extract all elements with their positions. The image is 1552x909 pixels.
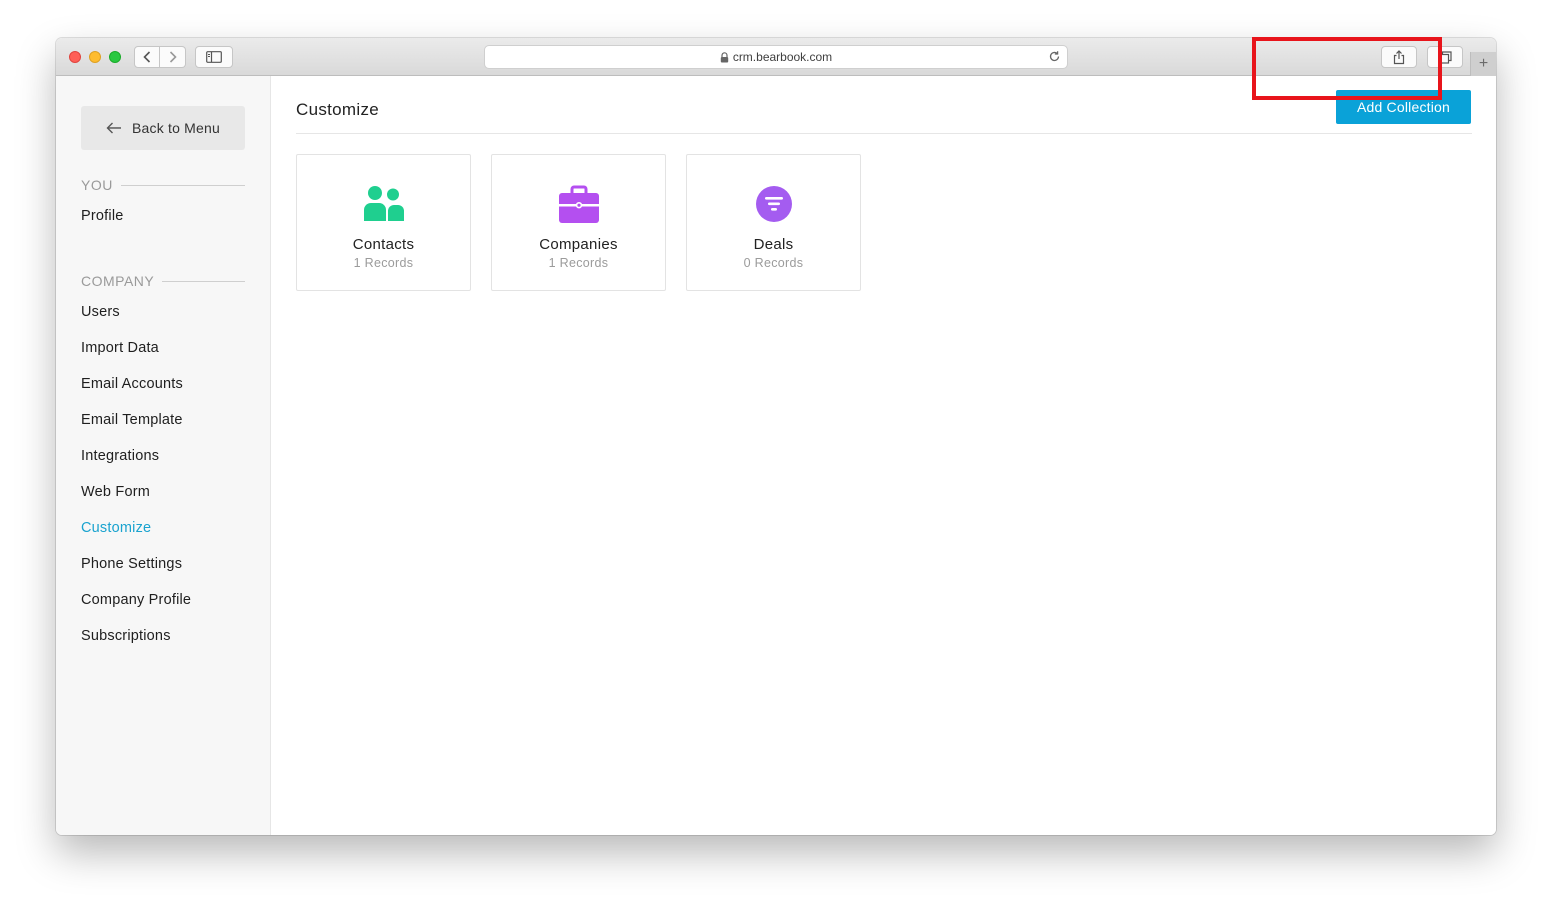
title-divider <box>296 133 1472 134</box>
tabs-icon <box>1438 50 1452 64</box>
briefcase-icon <box>492 185 665 225</box>
sidebar-item-integrations[interactable]: Integrations <box>81 448 159 464</box>
chevron-right-icon <box>169 51 177 63</box>
section-divider <box>162 280 245 282</box>
collection-record-count: 1 Records <box>353 256 414 270</box>
new-tab-button[interactable]: + <box>1470 52 1496 76</box>
back-to-menu-button[interactable]: Back to Menu <box>81 106 245 150</box>
collection-name: Companies <box>539 236 618 253</box>
collection-record-count: 1 Records <box>548 256 609 270</box>
collection-card-companies[interactable]: Companies 1 Records <box>491 154 666 291</box>
minimize-window-button[interactable] <box>89 51 101 63</box>
plus-icon: + <box>1478 55 1489 72</box>
title-bar: crm.bearbook.com + <box>56 38 1496 76</box>
tabs-overview-button[interactable] <box>1427 46 1463 68</box>
sidebar-item-import-data[interactable]: Import Data <box>81 340 159 356</box>
back-history-button[interactable] <box>134 46 160 68</box>
collection-card-contacts[interactable]: Contacts 1 Records <box>296 154 471 291</box>
collection-record-count: 0 Records <box>743 256 804 270</box>
back-to-menu-label: Back to Menu <box>132 120 220 136</box>
people-icon <box>297 185 470 225</box>
collection-card-deals[interactable]: Deals 0 Records <box>686 154 861 291</box>
section-title: COMPANY <box>81 273 155 289</box>
share-button[interactable] <box>1381 46 1417 68</box>
chevron-left-icon <box>143 51 151 63</box>
main-content: Customize Add Collection Contacts 1 Reco… <box>271 76 1496 835</box>
sidebar-item-email-accounts[interactable]: Email Accounts <box>81 376 183 392</box>
reload-icon[interactable] <box>1048 50 1061 66</box>
sidebar-toggle-button[interactable] <box>195 46 233 68</box>
lock-icon <box>720 51 729 63</box>
sidebar-icon <box>206 51 222 63</box>
history-nav <box>134 46 186 68</box>
collection-name: Deals <box>753 236 794 253</box>
funnel-icon <box>687 185 860 225</box>
section-title: YOU <box>81 177 113 193</box>
sidebar-item-profile[interactable]: Profile <box>81 208 124 224</box>
close-window-button[interactable] <box>69 51 81 63</box>
sidebar-item-email-template[interactable]: Email Template <box>81 412 183 428</box>
settings-sidebar: Back to Menu YOU Profile COMPANY Users I… <box>56 76 271 835</box>
share-icon <box>1393 49 1405 64</box>
sidebar-item-customize[interactable]: Customize <box>81 520 151 536</box>
sidebar-item-phone-settings[interactable]: Phone Settings <box>81 556 182 572</box>
add-collection-button[interactable]: Add Collection <box>1336 90 1471 124</box>
arrow-left-icon <box>106 122 121 134</box>
forward-history-button[interactable] <box>160 46 186 68</box>
collection-name: Contacts <box>352 236 415 253</box>
sidebar-item-web-form[interactable]: Web Form <box>81 484 150 500</box>
sidebar-item-users[interactable]: Users <box>81 304 120 320</box>
section-header-you: YOU <box>81 176 245 194</box>
section-header-company: COMPANY <box>81 272 245 290</box>
page-title: Customize <box>296 100 380 119</box>
sidebar-item-company-profile[interactable]: Company Profile <box>81 592 191 608</box>
url-text: crm.bearbook.com <box>732 50 833 64</box>
zoom-window-button[interactable] <box>109 51 121 63</box>
sidebar-item-subscriptions[interactable]: Subscriptions <box>81 628 171 644</box>
browser-window: crm.bearbook.com + Back to Menu YOU Prof… <box>56 38 1496 835</box>
address-bar[interactable]: crm.bearbook.com <box>484 45 1068 69</box>
section-divider <box>120 184 245 186</box>
